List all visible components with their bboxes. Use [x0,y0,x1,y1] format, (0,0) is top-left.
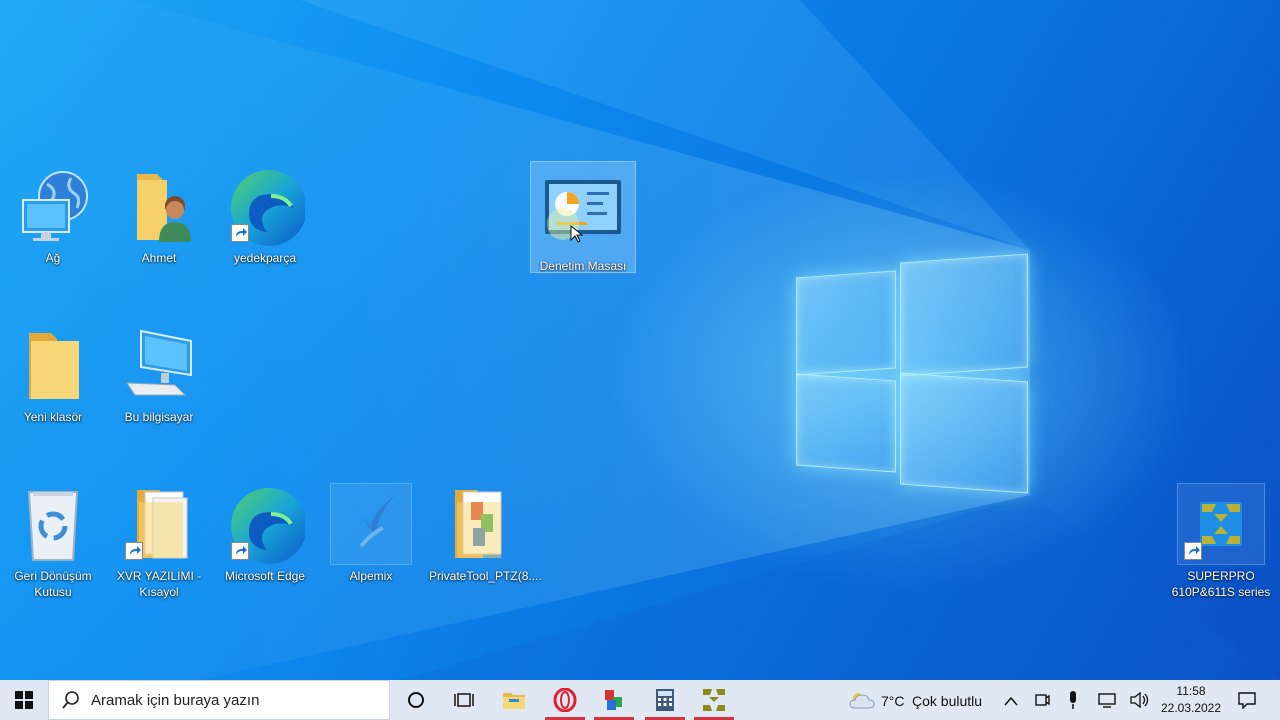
meet-now-icon[interactable] [1034,691,1050,709]
network-status-icon[interactable] [1097,692,1117,708]
task-view-icon [454,693,474,707]
start-button[interactable] [0,680,48,720]
desktop-icon-superpro[interactable]: SUPERPRO 610P&611S series [1168,483,1274,600]
desktop-icon-label: SUPERPRO 610P&611S series [1171,569,1271,599]
desktop-icon-control-panel[interactable]: Denetim Masası [530,161,636,273]
volume-icon[interactable] [1129,692,1149,708]
edge-icon [225,484,307,564]
task-view-button[interactable] [440,680,488,720]
desktop-icon-label: XVR YAZILIMI - Kısayol [116,569,202,599]
search-icon [62,691,79,709]
desktop-icon-new-folder[interactable]: Yeni klasör [5,325,101,425]
desktop-icon-label: PrivateTool_PTZ(8.... [429,569,542,583]
folder-docs-icon [119,484,199,564]
action-center-icon[interactable] [1237,691,1257,709]
desktop-icon-ahmet[interactable]: Ahmet [111,166,207,266]
desktop-icon-this-pc[interactable]: Bu bilgisayar [111,325,207,425]
taskbar-file-explorer[interactable] [490,680,538,720]
shortcut-arrow-icon [231,542,249,560]
desktop-icon-label: Microsoft Edge [224,569,306,583]
desktop-icon-label: Bu bilgisayar [124,410,194,424]
clock-date: 22.03.2022 [1160,701,1222,715]
computer-icon [119,325,199,405]
weather-cloudy-icon[interactable] [849,690,875,710]
desktop-icon-network[interactable]: Ağ [5,166,101,266]
desktop-icon-privatetool[interactable]: PrivateTool_PTZ(8.... [429,484,542,584]
desktop-icon-microsoft-edge[interactable]: Microsoft Edge [217,484,313,584]
taskbar-calculator[interactable] [641,680,689,720]
desktop-icon-label: Denetim Masası [539,259,627,273]
opera-icon [553,688,577,712]
folder-apps-icon [437,484,517,564]
desktop-icon-label: Ağ [45,251,61,265]
folder-icon [13,325,93,405]
app-boxes-icon [605,690,622,710]
file-explorer-icon [503,693,525,709]
network-globe-icon [13,166,93,246]
edge-icon [225,166,307,246]
taskbar-clock[interactable]: 11:58 22.03.2022 [1150,683,1232,717]
taskbar-superpro[interactable] [690,680,738,720]
alpemix-icon [330,483,412,565]
user-folder-icon [119,166,199,246]
windows-logo-pane-bl [796,373,896,473]
superpro-icon [1177,483,1265,565]
chevron-up-icon[interactable] [1004,696,1018,706]
control-panel-icon [543,174,623,254]
windows-logo-icon [15,691,33,709]
windows-logo-pane-tr [900,253,1028,377]
calculator-icon [656,689,674,711]
taskbar-opera[interactable] [541,680,589,720]
desktop-icon-xvr[interactable]: XVR YAZILIMI - Kısayol [111,484,207,600]
windows-logo-pane-br [900,372,1028,494]
superpro-icon [703,689,725,711]
desktop-icon-label: yedekparça [233,251,297,265]
desktop-icon-yedekparca[interactable]: yedekparça [217,166,313,266]
weather-description[interactable]: Çok bulutlu [912,693,982,709]
taskbar: Aramak için buraya yazın 7°C Çok bulutlu… [0,680,1280,720]
shortcut-arrow-icon [231,224,249,242]
windows-logo-pane-tl [796,270,896,376]
taskbar-app-boxes[interactable] [590,680,638,720]
desktop-icon-label: Alpemix [349,569,393,583]
cortana-button[interactable] [392,680,440,720]
microphone-icon[interactable] [1067,690,1079,710]
weather-temperature[interactable]: 7°C [881,693,905,709]
desktop-icon-recycle-bin[interactable]: Geri Dönüşüm Kutusu [5,484,101,600]
search-placeholder: Aramak için buraya yazın [91,691,260,709]
cortana-circle-icon [408,692,424,708]
recycle-bin-icon [13,484,93,564]
clock-time: 11:58 [1176,684,1206,698]
desktop-icon-label: Geri Dönüşüm Kutusu [14,569,92,599]
taskbar-search-box[interactable]: Aramak için buraya yazın [48,680,390,720]
desktop-icon-label: Yeni klasör [23,410,83,424]
desktop-icon-label: Ahmet [141,251,177,265]
desktop-icon-alpemix[interactable]: Alpemix [323,483,419,584]
shortcut-arrow-icon [1184,542,1202,560]
shortcut-arrow-icon [125,542,143,560]
